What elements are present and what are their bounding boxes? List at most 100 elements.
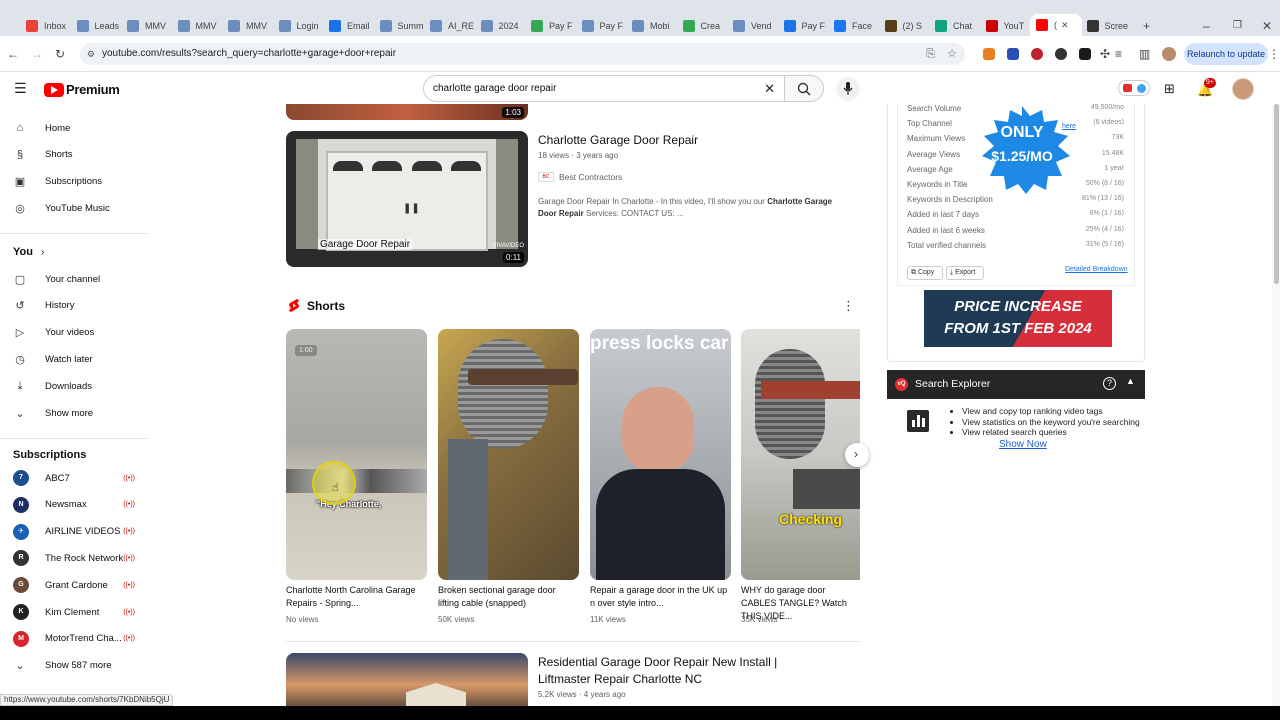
reload-icon[interactable]: ↻ [55,46,65,62]
browser-tab[interactable]: Leads [76,16,123,36]
bookmark-star-icon[interactable]: ☆ [947,43,957,65]
search-button[interactable] [784,75,824,102]
voice-search-button[interactable] [836,77,860,101]
back-icon[interactable]: ← [7,46,19,62]
promo-badge[interactable]: ONLY $1.25/MO [970,106,1074,194]
extensions-puzzle-icon[interactable]: ✣ [1100,46,1110,62]
page-scrollbar[interactable] [1272,104,1280,706]
export-button[interactable]: ⤓ Export [946,266,984,280]
browser-tab[interactable]: Pay F [783,16,830,36]
browser-tab[interactable]: (✕ [1030,14,1082,36]
forward-icon[interactable]: → [31,46,43,62]
sidebar-item-downloads[interactable]: ⤓ Downloads [13,377,92,395]
notifications-button[interactable]: 🔔 9+ [1197,78,1216,99]
video-thumbnail[interactable]: ❚❚ Garage Door Repair VIVAVIDEO 0:11 [286,131,528,267]
browser-tab[interactable]: MMV [177,16,224,36]
subscription-item[interactable]: K Kim Clement ((•)) [13,603,135,621]
short-title[interactable]: Repair a garage door in the UK up n over… [590,584,731,610]
clear-search-icon[interactable]: ✕ [764,76,775,101]
search-input[interactable]: charlotte garage door repair ✕ [423,75,785,102]
sidebar-item-history[interactable]: ↺ History [13,297,74,315]
sidebar-item-your-channel[interactable]: ▢ Your channel [13,270,100,288]
close-tab-icon[interactable]: ✕ [1061,20,1069,31]
show-more-subscriptions[interactable]: ⌄ Show 587 more [13,656,111,674]
short-title[interactable]: Charlotte North Carolina Garage Repairs … [286,584,427,610]
minimize-icon[interactable]: – [1203,18,1210,34]
side-panel-icon[interactable]: ▥ [1139,46,1150,62]
browser-tab[interactable]: Mobi [632,16,678,36]
subscription-item[interactable]: M MotorTrend Cha... ((•)) [13,630,135,648]
address-bar[interactable]: ⚙ youtube.com/results?search_query=charl… [80,43,965,65]
youtube-logo[interactable]: Premium [44,82,120,97]
browser-tab[interactable]: 2024 [480,16,527,36]
reading-list-icon[interactable]: ≡ [1115,46,1122,62]
short-thumbnail[interactable] [438,329,579,580]
browser-tab[interactable]: Crea [682,16,729,36]
browser-tab[interactable]: Inbox [26,16,72,36]
copy-button[interactable]: ⧉ Copy [907,266,943,280]
browser-tab[interactable]: Summ [379,16,426,36]
sidebar-item-watch-later[interactable]: ◷ Watch later [13,350,93,368]
browser-tab[interactable]: MMV [228,16,274,36]
browser-tab[interactable]: Scree [1086,16,1133,36]
sidebar-item-your-videos[interactable]: ▷ Your videos [13,324,95,342]
sidebar-you-header[interactable]: You › [13,246,44,258]
vidiq-toggle[interactable] [1118,80,1150,96]
price-increase-banner[interactable]: PRICE INCREASE FROM 1ST FEB 2024 [924,290,1112,347]
browser-tab[interactable]: Pay F [531,16,577,36]
browser-tab[interactable]: Email [329,16,375,36]
profile-avatar[interactable] [1162,47,1176,61]
sidebar-item-show-more[interactable]: ⌄ Show more [13,404,93,422]
channel-link[interactable]: BC Best Contractors [538,172,622,182]
extension-icon[interactable] [1031,48,1043,60]
subscription-item[interactable]: N Newsmax ((•)) [13,496,135,514]
relaunch-button[interactable]: Relaunch to update [1184,43,1268,65]
shelf-next-button[interactable]: › [845,443,869,467]
detailed-breakdown-link[interactable]: Detailed Breakdown [1065,266,1128,273]
browser-tab[interactable]: AI_RE [430,16,476,36]
extension-icon[interactable] [1079,48,1091,60]
subscription-item[interactable]: ✈ AIRLINE VIDEOS ((•)) [13,523,135,541]
collapse-icon[interactable]: ▲ [1126,376,1135,386]
short-thumbnail[interactable]: 1:00 "Hey Charlotte, ☝ [286,329,427,580]
short-thumbnail[interactable]: Checking [741,329,860,580]
site-info-icon[interactable]: ⚙ [87,43,95,65]
help-icon[interactable]: ? [1103,377,1116,390]
sidebar-item-youtube-music[interactable]: ◎ YouTube Music [13,199,110,217]
browser-tab[interactable]: Login [278,16,325,36]
browser-tab[interactable]: YouT [985,16,1032,36]
sidebar-item-shorts[interactable]: § Shorts [13,146,73,164]
new-tab-icon[interactable]: + [1143,18,1150,34]
chrome-menu-icon[interactable]: ⋮ [1268,46,1280,62]
video-thumbnail[interactable]: 1:03 [286,104,528,120]
browser-tab[interactable]: Vend [733,16,779,36]
metamask-extension-icon[interactable] [983,48,995,60]
scrollbar-thumb[interactable] [1274,104,1279,284]
video-title[interactable]: Charlotte Garage Door Repair [538,132,698,149]
account-avatar[interactable] [1232,78,1254,100]
short-thumbnail[interactable]: press locks car [590,329,731,580]
extension-icon[interactable] [1007,48,1019,60]
short-title[interactable]: Broken sectional garage door lifting cab… [438,584,579,610]
show-now-link[interactable]: Show Now [999,439,1047,450]
subscription-item[interactable]: G Grant Cardone ((•)) [13,576,135,594]
browser-tab[interactable]: Pay F [581,16,628,36]
video-title[interactable]: Residential Garage Door Repair New Insta… [538,654,777,688]
shelf-menu-icon[interactable]: ⋮ [842,298,855,314]
browser-tab[interactable]: MMV [127,16,173,36]
hamburger-menu-icon[interactable]: ☰ [14,81,27,95]
browser-tab[interactable]: Face [834,16,880,36]
maximize-icon[interactable]: ❐ [1233,18,1242,34]
sidebar-item-subscriptions[interactable]: ▣ Subscriptions [13,173,102,191]
close-window-icon[interactable]: ✕ [1262,18,1272,34]
install-app-icon[interactable]: ⎘ [926,43,935,65]
video-thumbnail[interactable] [286,653,528,706]
sidebar-item-home[interactable]: ⌂ Home [13,119,71,137]
extension-icon[interactable] [1055,48,1067,60]
browser-tab[interactable]: (2) S [884,16,931,36]
create-video-icon[interactable]: ⊞ [1164,81,1175,97]
subscription-item[interactable]: 7 ABC7 ((•)) [13,469,135,487]
browser-tab[interactable]: Chat [935,16,981,36]
search-explorer-header[interactable]: vQ Search Explorer ? ▲ [887,370,1145,399]
subscription-item[interactable]: R The Rock Network ((•)) [13,549,135,567]
